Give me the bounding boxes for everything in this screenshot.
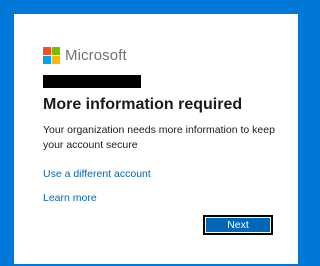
sign-in-card: Microsoft More information required Your…	[14, 14, 298, 264]
redacted-account-email	[43, 75, 141, 88]
next-button[interactable]: Next	[203, 215, 273, 235]
use-different-account-link[interactable]: Use a different account	[43, 168, 151, 180]
microsoft-logo: Microsoft	[43, 46, 127, 64]
learn-more-link[interactable]: Learn more	[43, 192, 97, 204]
microsoft-logo-icon	[43, 46, 60, 64]
brand-name: Microsoft	[65, 46, 127, 64]
page-title: More information required	[43, 96, 243, 113]
description-text: Your organization needs more information…	[43, 124, 275, 151]
window-frame: Microsoft More information required Your…	[0, 0, 300, 266]
